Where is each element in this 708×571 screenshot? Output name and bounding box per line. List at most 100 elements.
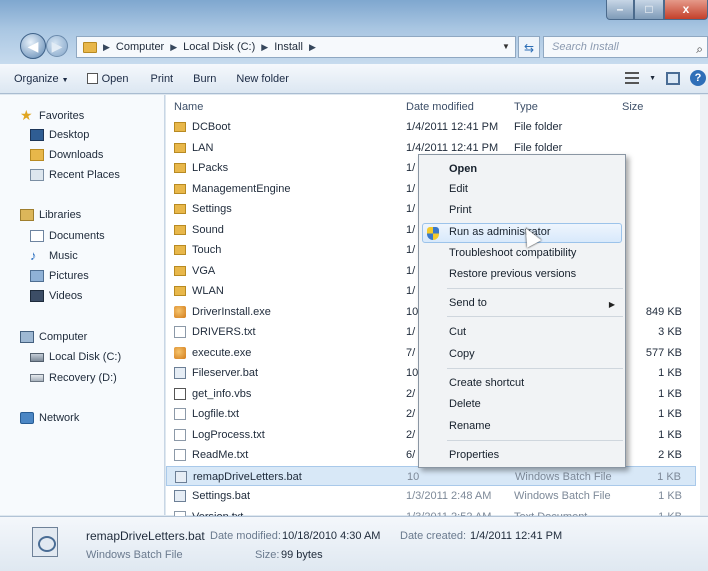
menu-item-create-shortcut[interactable]: Create shortcut: [449, 377, 524, 389]
txt-file-icon: [174, 408, 186, 420]
computer-icon: [20, 331, 34, 343]
chevron-right-icon: ▶: [103, 41, 110, 52]
file-name: execute.exe: [192, 346, 252, 359]
back-button[interactable]: ◀: [20, 33, 46, 59]
file-name: Fileserver.bat: [192, 367, 259, 379]
nav-label: Downloads: [49, 149, 104, 161]
file-size: 1 KB: [657, 470, 681, 483]
file-name: DRIVERS.txt: [192, 326, 256, 338]
file-date-modified: 10: [406, 305, 419, 318]
folder-icon: [83, 41, 97, 53]
refresh-icon[interactable]: ⇆: [518, 36, 540, 58]
nav-documents[interactable]: Documents: [30, 230, 105, 242]
organize-button[interactable]: Organize ▼: [14, 73, 69, 85]
close-button[interactable]: x: [664, 0, 708, 20]
file-row[interactable]: DCBoot 1/4/2011 12:41 PM File folder: [166, 117, 696, 137]
nav-recovery[interactable]: Recovery (D:): [30, 372, 117, 384]
address-bar[interactable]: ▶ Computer ▶ Local Disk (C:) ▶ Install ▶: [76, 36, 516, 58]
file-type: File folder: [514, 141, 563, 154]
maximize-button[interactable]: □: [634, 0, 664, 20]
file-name: WLAN: [192, 285, 224, 297]
details-size: 99 bytes: [281, 549, 323, 561]
nav-favorites[interactable]: ★ Favorites: [20, 107, 84, 123]
search-icon[interactable]: ⌕: [696, 39, 703, 59]
menu-item-properties[interactable]: Properties: [449, 449, 499, 461]
txt-file-icon: [174, 428, 186, 441]
menu-item-rename[interactable]: Rename: [449, 420, 491, 432]
breadcrumb-computer[interactable]: Computer: [116, 41, 164, 53]
address-dropdown-icon[interactable]: ▼: [496, 36, 516, 58]
open-button[interactable]: Open: [86, 72, 129, 85]
file-row[interactable]: remapDriveLetters.bat 10 Windows Batch Fil…: [166, 465, 696, 486]
menu-item-edit[interactable]: Edit: [449, 183, 468, 195]
recent-places-icon: [30, 169, 44, 181]
new-folder-button[interactable]: New folder: [236, 73, 289, 85]
txt-file-icon: [174, 449, 186, 461]
nav-pictures[interactable]: Pictures: [30, 270, 89, 282]
bat-file-icon: [174, 367, 186, 379]
burn-button[interactable]: Burn: [193, 73, 216, 85]
print-button[interactable]: Print: [151, 73, 174, 85]
menu-item-troubleshoot-compatibility[interactable]: Troubleshoot compatibility: [449, 247, 576, 259]
column-header-date[interactable]: Date modified: [406, 101, 474, 113]
menu-item-copy[interactable]: Copy: [449, 348, 475, 360]
vbs-file-icon: [174, 387, 186, 400]
nav-local-disk[interactable]: Local Disk (C:): [30, 351, 121, 363]
nav-videos[interactable]: Videos: [30, 290, 82, 302]
file-date-modified: 2/: [406, 387, 416, 400]
videos-icon: [30, 290, 44, 302]
star-icon: ★: [20, 107, 33, 123]
file-date-modified: 7/: [406, 346, 416, 359]
nav-desktop[interactable]: Desktop: [30, 129, 89, 141]
breadcrumb-install[interactable]: Install: [274, 41, 303, 53]
exe-file-icon: [174, 346, 186, 359]
menu-item-restore-previous-versions[interactable]: Restore previous versions: [449, 268, 576, 280]
column-header-name[interactable]: Name: [174, 101, 203, 113]
file-name: remapDriveLetters.bat: [193, 470, 302, 483]
chevron-right-icon: ▶: [170, 41, 178, 52]
menu-item-send-to[interactable]: Send to: [449, 297, 487, 309]
pictures-icon: [30, 270, 44, 282]
file-row[interactable]: Settings.bat 1/3/2011 2:48 AM Windows Batc…: [166, 486, 696, 506]
file-size: 1 KB: [658, 490, 682, 502]
menu-item-cut[interactable]: Cut: [449, 326, 466, 338]
file-name: DriverInstall.exe: [192, 305, 271, 318]
nav-libraries[interactable]: Libraries: [20, 209, 81, 221]
nav-label: Desktop: [49, 129, 90, 141]
menu-item-print[interactable]: Print: [449, 204, 472, 216]
nav-network[interactable]: Network: [20, 412, 79, 424]
help-icon[interactable]: ?: [690, 70, 706, 86]
file-name: LogProcess.txt: [192, 428, 265, 441]
file-name: Settings.bat: [192, 490, 251, 502]
forward-button[interactable]: ▶: [46, 35, 68, 57]
nav-recent-places[interactable]: Recent Places: [30, 169, 120, 181]
menu-separator: [447, 316, 623, 317]
title-bar: – □ x ◀ ▶ ▶ Computer ▶ Local Disk (C:) ▶…: [0, 0, 708, 64]
nav-label: Recovery (D:): [49, 372, 117, 384]
nav-downloads[interactable]: Downloads: [30, 149, 103, 161]
nav-label: Network: [39, 412, 80, 424]
file-date-modified: 1/: [406, 264, 416, 277]
nav-music[interactable]: ♪ Music: [30, 249, 78, 262]
context-menu: Open Edit Print Run as administrator Tro…: [418, 154, 626, 468]
menu-item-open[interactable]: Open: [449, 163, 477, 175]
minimize-button[interactable]: –: [606, 0, 634, 20]
views-icon[interactable]: [625, 72, 640, 84]
nav-computer[interactable]: Computer: [20, 331, 87, 343]
folder-icon: [174, 224, 186, 235]
folder-icon: [174, 122, 186, 132]
menu-item-delete[interactable]: Delete: [449, 398, 481, 410]
preview-pane-icon[interactable]: [666, 71, 680, 85]
column-header-type[interactable]: Type: [514, 101, 538, 113]
menu-separator: [447, 368, 623, 369]
breadcrumb-local-disk[interactable]: Local Disk (C:): [183, 41, 255, 53]
vertical-scrollbar[interactable]: [700, 95, 708, 515]
file-size: 2 KB: [658, 449, 682, 461]
file-name: ManagementEngine: [192, 182, 291, 195]
column-header-size[interactable]: Size: [622, 101, 643, 113]
file-date-modified: 1/4/2011 12:41 PM: [406, 121, 499, 133]
file-size: 849 KB: [645, 305, 682, 318]
search-input[interactable]: Search Install ⌕: [543, 36, 708, 58]
chevron-down-icon[interactable]: ▼: [649, 75, 656, 82]
shield-icon: [427, 227, 439, 240]
